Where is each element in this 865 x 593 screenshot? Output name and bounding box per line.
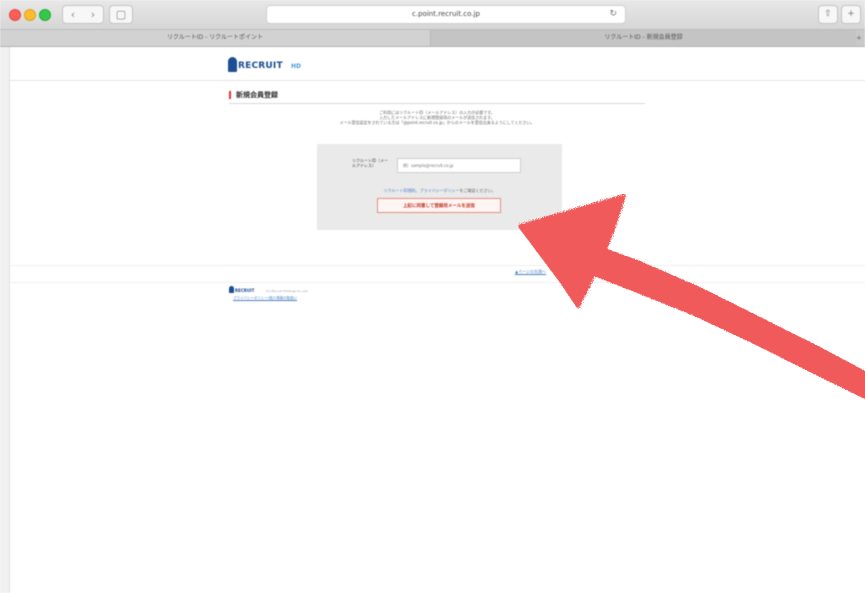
tab-recruit-point[interactable]: リクルートID - リクルートポイント: [0, 30, 431, 46]
back-button[interactable]: ‹: [62, 5, 84, 24]
agree-and-send-button[interactable]: 上記に同意して登録用メールを送信: [377, 198, 501, 213]
terms-suffix: をご確認ください。: [459, 188, 496, 193]
terms-link[interactable]: リクルートID規約: [383, 188, 415, 193]
url-text: c.point.recruit.co.jp: [412, 10, 480, 18]
share-button[interactable]: ⇧: [818, 5, 838, 24]
tab-overflow-icon[interactable]: +: [856, 30, 864, 46]
forward-button[interactable]: ›: [83, 5, 104, 24]
recruit-logo-icon: [229, 286, 234, 293]
page-top-link[interactable]: ▲ページの先頭へ: [515, 269, 546, 275]
registration-form: リクルートID（メールアドレス） リクルートID規約、プライバシーポリシーをご確…: [317, 144, 562, 230]
footer-privacy-link[interactable]: プライバシーポリシー/個人情報の取扱い: [233, 296, 297, 301]
window-maximize-button[interactable]: [39, 9, 51, 21]
logo-text: RECRUIT: [238, 61, 283, 71]
title-divider: [229, 103, 645, 104]
new-tab-button[interactable]: +: [841, 5, 861, 24]
logo-suffix: HD: [291, 63, 302, 70]
footer-divider: [0, 265, 865, 266]
recruit-logo-icon: [228, 57, 237, 72]
header-divider: [0, 80, 865, 81]
window-left-edge: [0, 47, 10, 593]
tab-label: リクルートID - リクルートポイント: [166, 34, 263, 41]
email-field[interactable]: [397, 158, 521, 173]
privacy-link[interactable]: プライバシーポリシー: [420, 188, 460, 193]
footer-logo-text: RECRUIT: [235, 288, 255, 293]
footer-divider: [0, 282, 865, 283]
tab-label: リクルートID - 新規会員登録: [604, 34, 683, 41]
browser-toolbar: ‹ › ▢ c.point.recruit.co.jp ↻ ⇧ +: [0, 0, 865, 30]
page-viewport: RECRUIT HD 新規会員登録 ご利用にはリクルートID（メールアドレス）の…: [0, 47, 865, 593]
tab-new-registration[interactable]: リクルートID - 新規会員登録: [431, 30, 856, 46]
chevron-right-icon: ›: [90, 8, 96, 21]
window-close-button[interactable]: [9, 9, 21, 21]
address-bar[interactable]: c.point.recruit.co.jp ↻: [266, 5, 626, 24]
sidebar-button[interactable]: ▢: [109, 5, 133, 24]
tab-bar: リクルートID - リクルートポイント リクルートID - 新規会員登録 +: [0, 30, 865, 47]
page-title: 新規会員登録: [229, 91, 278, 99]
screenshot: ‹ › ▢ c.point.recruit.co.jp ↻ ⇧ + リクルートI…: [0, 0, 865, 593]
share-icon: ⇧: [824, 9, 832, 19]
sidebar-icon: ▢: [115, 8, 127, 21]
intro-line: メール受信設定をされている方は「@point.recruit.co.jp」からの…: [339, 120, 535, 125]
email-field-label: リクルートID（メールアドレス）: [352, 158, 389, 168]
copyright-text: (C) Recruit Holdings Co.,Ltd.: [266, 289, 309, 293]
plus-icon: +: [847, 9, 855, 19]
window-minimize-button[interactable]: [24, 9, 36, 21]
chevron-left-icon: ‹: [70, 8, 76, 21]
reload-icon[interactable]: ↻: [609, 6, 617, 23]
intro-text: ご利用にはリクルートID（メールアドレス）の入力が必要です。 入力したメールアド…: [229, 110, 645, 125]
terms-notice: リクルートID規約、プライバシーポリシーをご確認ください。: [317, 188, 562, 194]
